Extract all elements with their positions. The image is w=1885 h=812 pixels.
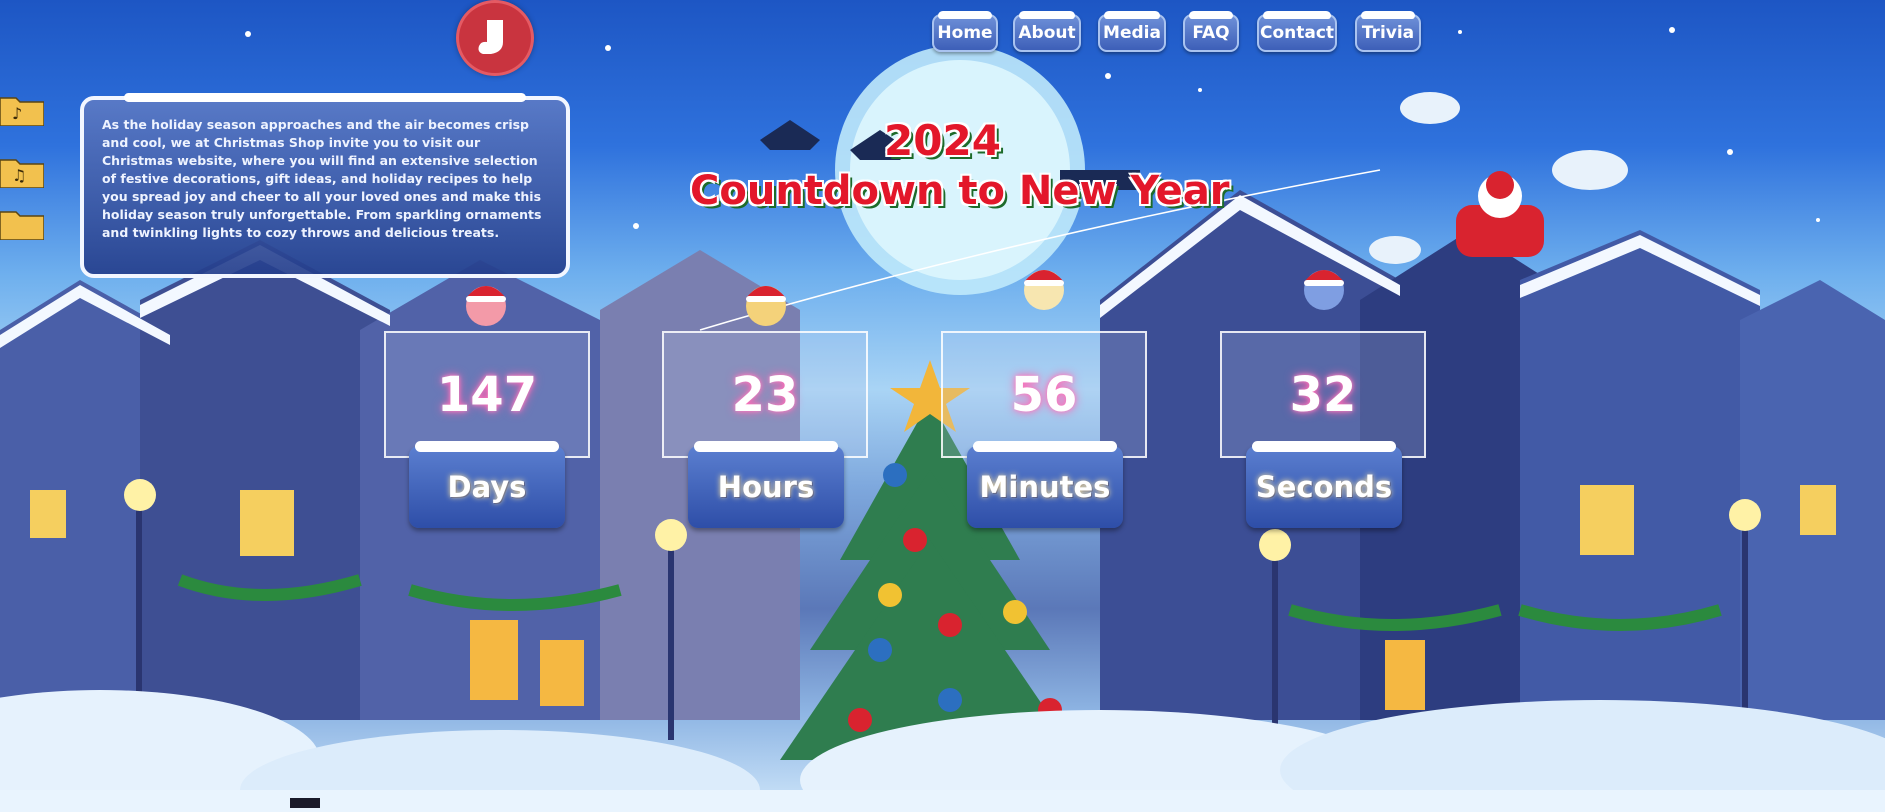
hero-title: Countdown to New Year [690, 168, 1230, 214]
santa-emoji-icon [1304, 270, 1344, 310]
seconds-box: 32 [1220, 331, 1426, 458]
svg-text:♫: ♫ [12, 166, 26, 185]
hours-label: Hours [688, 441, 844, 528]
hours-box: 23 [662, 331, 868, 458]
hours-value: 23 [731, 366, 799, 423]
christmas-scene: ♪ ♫ Home About Media FAQ Contact Trivia … [0, 0, 1885, 812]
days-box: 147 [384, 331, 590, 458]
santa-emoji-icon [1024, 270, 1064, 310]
seconds-label: Seconds [1246, 441, 1402, 528]
minutes-value: 56 [1010, 366, 1078, 423]
stocking-icon [478, 20, 503, 54]
days-label: Days [409, 441, 565, 528]
minutes-label: Minutes [967, 441, 1123, 528]
stocking-logo-button[interactable] [456, 0, 534, 76]
minutes-box: 56 [941, 331, 1147, 458]
nav-home[interactable]: Home [932, 11, 998, 52]
nav-contact[interactable]: Contact [1257, 11, 1337, 52]
hero-year: 2024 [884, 116, 1001, 165]
days-value: 147 [436, 366, 538, 423]
nav-faq[interactable]: FAQ [1183, 11, 1239, 52]
seconds-value: 32 [1289, 366, 1357, 423]
open-folder-icon[interactable] [0, 206, 44, 240]
nav-media[interactable]: Media [1098, 11, 1166, 52]
santa-emoji-icon [466, 286, 506, 326]
santa-emoji-icon [746, 286, 786, 326]
nav-about[interactable]: About [1013, 11, 1081, 52]
nav-trivia[interactable]: Trivia [1355, 11, 1421, 52]
